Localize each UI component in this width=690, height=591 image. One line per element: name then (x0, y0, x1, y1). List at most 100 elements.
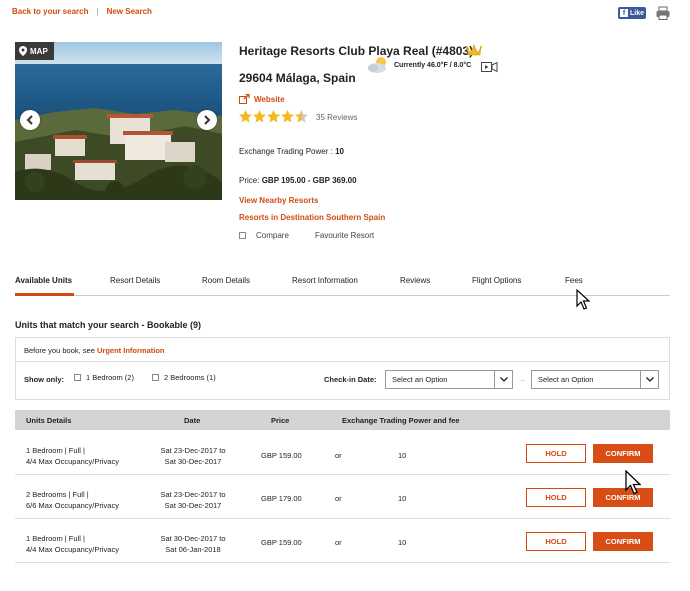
row-divider (15, 518, 670, 519)
row-1-unit-details: 1 Bedroom | Full | 4/4 Max Occupancy/Pri… (26, 445, 119, 467)
row-1-hold-button[interactable]: HOLD (526, 444, 586, 463)
price-value: GBP 195.00 - GBP 369.00 (261, 176, 357, 185)
mouse-cursor-icon (576, 289, 590, 310)
star-icons (239, 110, 308, 123)
star-icon (267, 110, 280, 123)
row-1-price: GBP 159.00 (261, 451, 302, 460)
show-only-label: Show only: (24, 375, 64, 384)
row-2-date: Sat 23-Dec-2017 to Sat 30-Dec-2017 (160, 489, 226, 511)
row-divider (15, 562, 670, 563)
active-tab-indicator (15, 293, 74, 296)
filter-1-bedroom-label: 1 Bedroom (2) (86, 373, 134, 382)
print-icon[interactable] (656, 6, 670, 20)
row-3-etp: 10 (398, 538, 407, 547)
row-2-date-from: Sat 23-Dec-2017 to (160, 490, 226, 499)
header-date: Date (184, 416, 201, 425)
photo-next-button[interactable] (197, 110, 217, 130)
map-pin-icon (19, 46, 27, 56)
row-1-date-to: Sat 30-Dec-2017 (164, 457, 222, 466)
etp-value: 10 (335, 147, 344, 156)
row-1-etp: 10 (398, 451, 407, 460)
before-book-text: Before you book, see (24, 346, 95, 355)
row-2-hold-button[interactable]: HOLD (526, 488, 586, 507)
row-2-price: GBP 179.00 (261, 494, 302, 503)
view-nearby-resorts-link[interactable]: View Nearby Resorts (239, 196, 318, 205)
website-link-row[interactable]: Website (239, 94, 285, 104)
filter-divider (15, 361, 670, 362)
row-3-confirm-button[interactable]: CONFIRM (593, 532, 653, 551)
filter-2-bedrooms[interactable]: 2 Bedrooms (1) (152, 373, 216, 382)
row-2-unit-details: 2 Bedrooms | Full | 6/6 Max Occupancy/Pr… (26, 489, 119, 511)
star-icon (239, 110, 252, 123)
tab-reviews[interactable]: Reviews (400, 276, 430, 285)
chevron-left-icon (26, 115, 33, 125)
row-2-date-to: Sat 30-Dec-2017 (164, 501, 222, 510)
tab-fees[interactable]: Fees (565, 276, 583, 285)
compare-checkbox[interactable] (239, 232, 246, 239)
row-2-occupancy: 6/6 Max Occupancy/Privacy (26, 501, 119, 510)
crown-icon (466, 44, 482, 56)
row-2-unit-type: 2 Bedrooms | Full | (26, 490, 89, 499)
row-1-confirm-button[interactable]: CONFIRM (593, 444, 653, 463)
tab-available-units[interactable]: Available Units (15, 276, 72, 285)
price-label: Price: (239, 176, 260, 185)
date-range-arrow-icon: → (517, 374, 526, 384)
row-1-date-from: Sat 23-Dec-2017 to (160, 446, 226, 455)
external-link-icon (239, 94, 250, 104)
tab-resort-details[interactable]: Resort Details (110, 276, 160, 285)
row-3-hold-button[interactable]: HOLD (526, 532, 586, 551)
tab-bar: Available Units Resort Details Room Deta… (15, 266, 670, 296)
chevron-down-icon (640, 371, 658, 388)
row-1-occupancy: 4/4 Max Occupancy/Privacy (26, 457, 119, 466)
reviews-count[interactable]: 35 Reviews (316, 113, 357, 122)
website-link[interactable]: Website (254, 95, 285, 104)
checkin-to-select[interactable]: Select an Option (531, 370, 659, 389)
top-nav: Back to your search | New Search (12, 7, 152, 16)
row-1-date: Sat 23-Dec-2017 to Sat 30-Dec-2017 (160, 445, 226, 467)
compare-label: Compare (256, 231, 289, 240)
row-3-occupancy: 4/4 Max Occupancy/Privacy (26, 545, 119, 554)
facebook-like-button[interactable]: f Like (618, 7, 646, 19)
weather-text: Currently 46.0°F / 8.0°C (394, 62, 472, 69)
partly-cloudy-icon (368, 57, 386, 73)
checkin-from-select[interactable]: Select an Option (385, 370, 513, 389)
tab-room-details[interactable]: Room Details (202, 276, 250, 285)
row-3-date-from: Sat 30-Dec-2017 to (160, 534, 226, 543)
back-to-search-link[interactable]: Back to your search (12, 7, 88, 16)
destination-resorts-link[interactable]: Resorts in Destination Southern Spain (239, 213, 385, 222)
row-2-etp: 10 (398, 494, 407, 503)
resort-photo (15, 42, 222, 200)
filter-2-bedrooms-checkbox[interactable] (152, 374, 159, 381)
units-table-header: Units Details Date Price Exchange Tradin… (15, 410, 670, 430)
map-label: MAP (30, 46, 48, 56)
etp-label: Exchange Trading Power : (239, 147, 333, 156)
row-3-unit-type: 1 Bedroom | Full | (26, 534, 85, 543)
filter-1-bedroom-checkbox[interactable] (74, 374, 81, 381)
urgent-information-link[interactable]: Urgent Information (97, 346, 165, 355)
resort-title: Heritage Resorts Club Playa Real (#4803) (239, 44, 474, 58)
compare-option[interactable]: Compare (239, 231, 289, 240)
units-heading: Units that match your search - Bookable … (15, 320, 202, 330)
filter-1-bedroom[interactable]: 1 Bedroom (2) (74, 373, 134, 382)
video-icon[interactable] (481, 61, 498, 73)
facebook-like-label: Like (630, 9, 645, 17)
nav-separator: | (96, 7, 99, 16)
checkin-to-value: Select an Option (538, 375, 594, 384)
header-price: Price (271, 416, 290, 425)
map-button[interactable]: MAP (15, 42, 54, 60)
tab-resort-information[interactable]: Resort Information (292, 276, 358, 285)
photo-prev-button[interactable] (20, 110, 40, 130)
resort-location: 29604 Málaga, Spain (239, 71, 356, 85)
filter-2-bedrooms-label: 2 Bedrooms (1) (164, 373, 216, 382)
header-exchange-trading-power: Exchange Trading Power and fee (342, 416, 460, 425)
new-search-link[interactable]: New Search (107, 7, 152, 16)
row-1-unit-type: 1 Bedroom | Full | (26, 446, 85, 455)
chevron-right-icon (204, 115, 211, 125)
price-range: Price: GBP 195.00 - GBP 369.00 (239, 176, 357, 185)
exchange-trading-power: Exchange Trading Power : 10 (239, 147, 344, 156)
row-2-confirm-button[interactable]: CONFIRM (593, 488, 653, 507)
before-book-notice: Before you book, see Urgent Information (24, 346, 164, 355)
tab-flight-options[interactable]: Flight Options (472, 276, 521, 285)
row-1-or: or (335, 451, 342, 460)
favourite-resort-link[interactable]: Favourite Resort (315, 231, 374, 240)
